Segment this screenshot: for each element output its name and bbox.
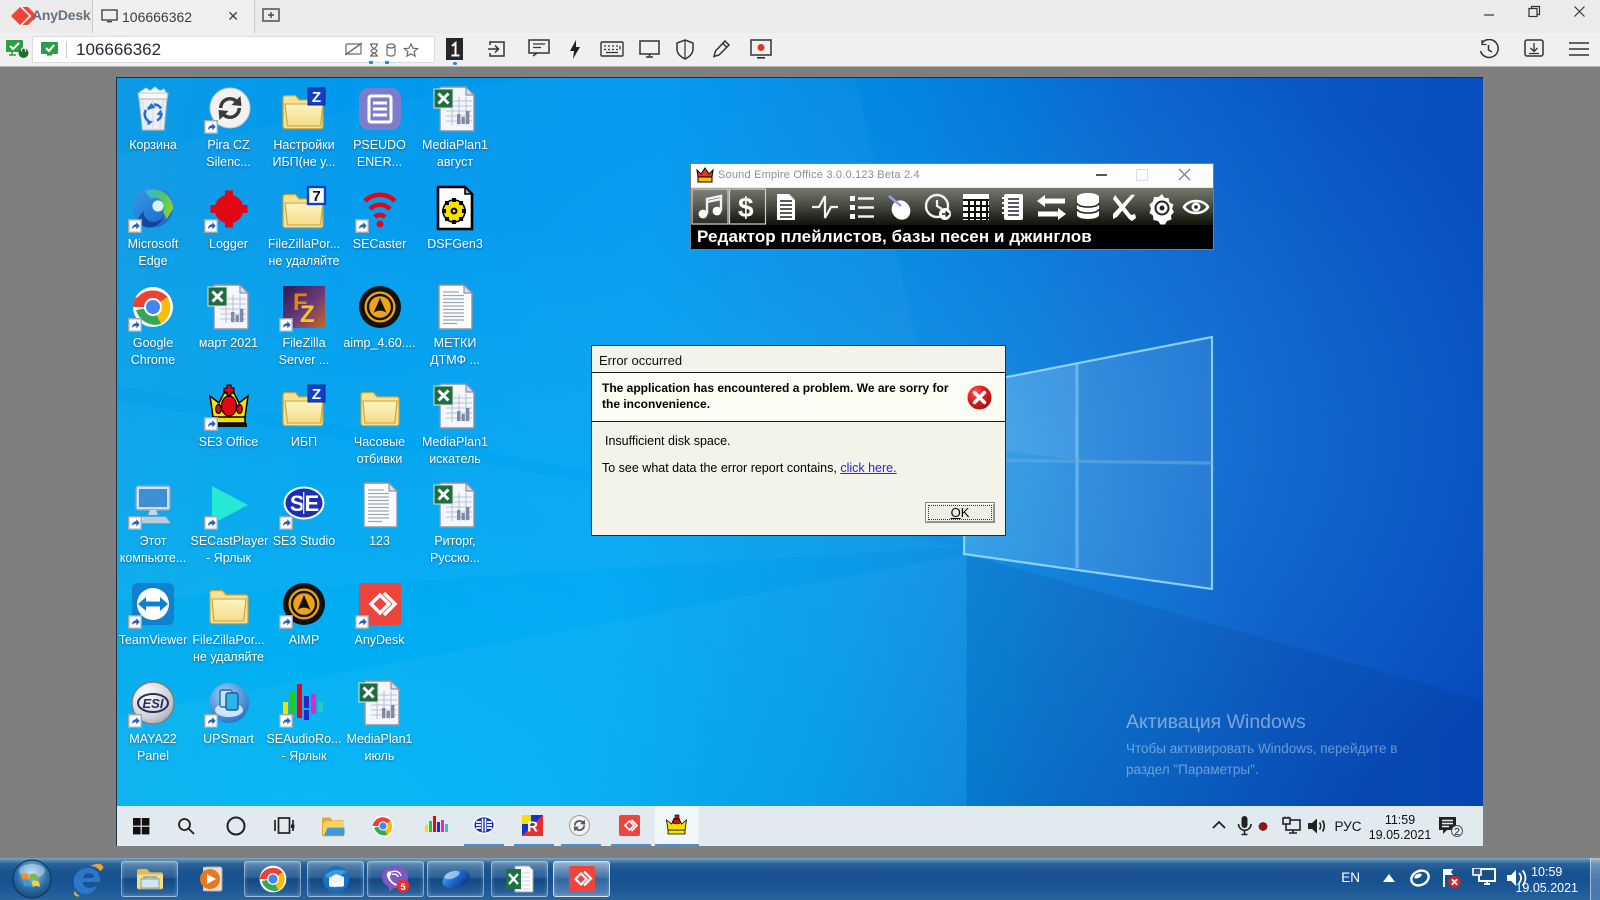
svg-text:7: 7: [312, 188, 320, 205]
svg-text:$: $: [738, 192, 754, 223]
svg-text:Z: Z: [312, 386, 321, 403]
svg-text:19.05.2021: 19.05.2021: [1369, 828, 1432, 842]
svg-text:ESI: ESI: [143, 696, 164, 711]
svg-text:11:59: 11:59: [1385, 813, 1415, 827]
svg-text:Z: Z: [312, 89, 321, 106]
svg-text:R: R: [527, 819, 538, 836]
svg-text:РУС: РУС: [1334, 819, 1361, 834]
svg-text:5: 5: [400, 882, 406, 893]
svg-text:2: 2: [1454, 826, 1460, 838]
svg-text:Z: Z: [300, 301, 315, 328]
